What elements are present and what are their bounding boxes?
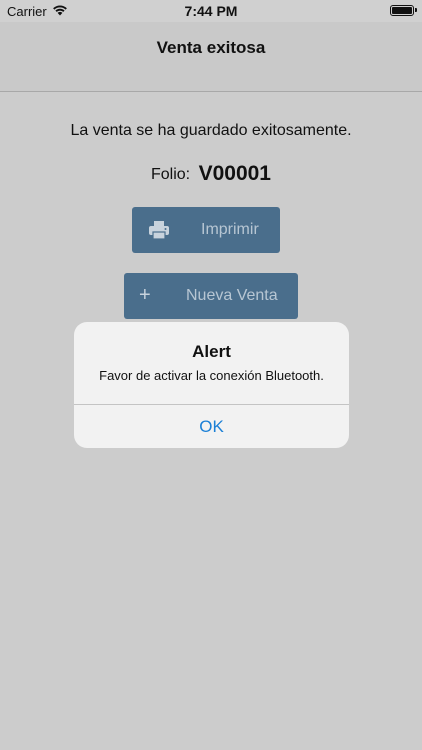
alert-dialog: Alert Favor de activar la conexión Bluet… xyxy=(74,322,349,448)
print-button[interactable]: Imprimir xyxy=(132,207,280,253)
alert-message: Favor de activar la conexión Bluetooth. xyxy=(99,368,324,383)
alert-ok-button[interactable]: OK xyxy=(74,405,349,448)
printer-icon xyxy=(149,221,169,240)
new-sale-button[interactable]: + Nueva Venta xyxy=(124,273,298,319)
success-message: La venta se ha guardado exitosamente. xyxy=(70,122,352,139)
print-button-label: Imprimir xyxy=(201,221,259,238)
alert-title: Alert xyxy=(192,342,231,361)
status-bar: Carrier 7:44 PM xyxy=(0,0,422,22)
folio-value: V00001 xyxy=(198,162,271,185)
folio-label: Folio: xyxy=(151,166,191,183)
battery-icon xyxy=(390,5,417,16)
status-time: 7:44 PM xyxy=(184,3,238,19)
plus-icon: + xyxy=(139,284,151,306)
new-sale-button-label: Nueva Venta xyxy=(186,287,278,304)
folio-line: Folio: V00001 xyxy=(0,162,422,186)
page-title: Venta exitosa xyxy=(156,38,266,57)
navigation-bar: Venta exitosa xyxy=(0,22,422,92)
